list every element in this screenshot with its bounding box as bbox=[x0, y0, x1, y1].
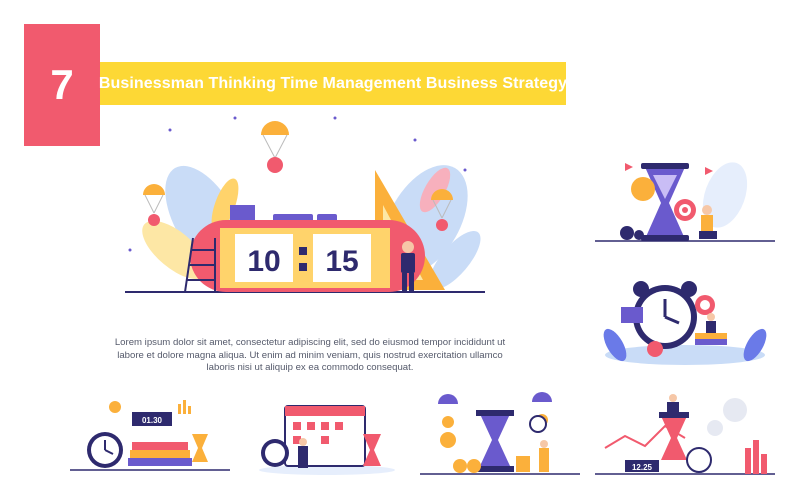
gear-icon bbox=[620, 226, 644, 240]
page-title: Businessman Thinking Time Management Bus… bbox=[98, 74, 568, 92]
parachute-coin-icon bbox=[261, 121, 289, 173]
alarm-clock-icon bbox=[261, 439, 289, 467]
coin-icon bbox=[440, 432, 456, 448]
hourglass-icon bbox=[476, 410, 514, 472]
thumbnail-money-hourglass bbox=[420, 392, 580, 475]
businessman-icon bbox=[539, 440, 549, 472]
laptop-icon bbox=[230, 205, 255, 221]
parachute-left-icon bbox=[143, 184, 165, 226]
book-stack-icon bbox=[130, 450, 190, 458]
thumbnail-alarm-clock bbox=[603, 281, 767, 365]
clock-hours: 10 bbox=[247, 245, 280, 278]
description-line: laboris nisi ut aliquip ex ea commodo co… bbox=[206, 362, 414, 373]
lightbulb-icon bbox=[109, 401, 121, 413]
description-text: Lorem ipsum dolor sit amet, consectetur … bbox=[85, 337, 535, 375]
title-banner: Businessman Thinking Time Management Bus… bbox=[98, 62, 568, 105]
alarm-clock-icon bbox=[87, 432, 123, 468]
clock-icon bbox=[529, 415, 547, 433]
calendar-display-text: 01.30 bbox=[142, 416, 163, 425]
alarm-clock-icon bbox=[686, 447, 712, 473]
businessman-icon bbox=[667, 394, 679, 412]
money-bag-icon bbox=[647, 341, 663, 357]
businessman-icon bbox=[706, 313, 716, 333]
gear-icon bbox=[707, 398, 747, 436]
businessman-icon bbox=[298, 438, 308, 468]
hourglass-icon bbox=[192, 434, 208, 462]
description-line: labore et dolore magna aliqua. Ut enim a… bbox=[117, 349, 503, 361]
thumbnail-calendar-deadline bbox=[259, 405, 395, 475]
thumbnail-calendar-clock: 01.30 bbox=[70, 400, 230, 471]
envelope-icon bbox=[621, 307, 643, 323]
thumbnail-growth-chart: 12.25 bbox=[595, 394, 775, 475]
clock-minutes: 15 bbox=[325, 245, 358, 278]
item-number-badge: 7 bbox=[24, 24, 100, 146]
calendar-icon bbox=[284, 405, 366, 467]
pie-chart-icon bbox=[631, 177, 655, 201]
bar-chart-icon bbox=[178, 400, 191, 414]
bar-chart-icon bbox=[745, 440, 767, 474]
main-illustration-time-management: 10 15 bbox=[125, 116, 485, 293]
item-number: 7 bbox=[50, 61, 74, 108]
growth-display-text: 12.25 bbox=[632, 463, 653, 472]
hourglass-icon bbox=[659, 412, 689, 460]
thumbnail-hourglass-target bbox=[595, 162, 775, 242]
description-line: Lorem ipsum dolor sit amet, consectetur … bbox=[114, 337, 506, 348]
